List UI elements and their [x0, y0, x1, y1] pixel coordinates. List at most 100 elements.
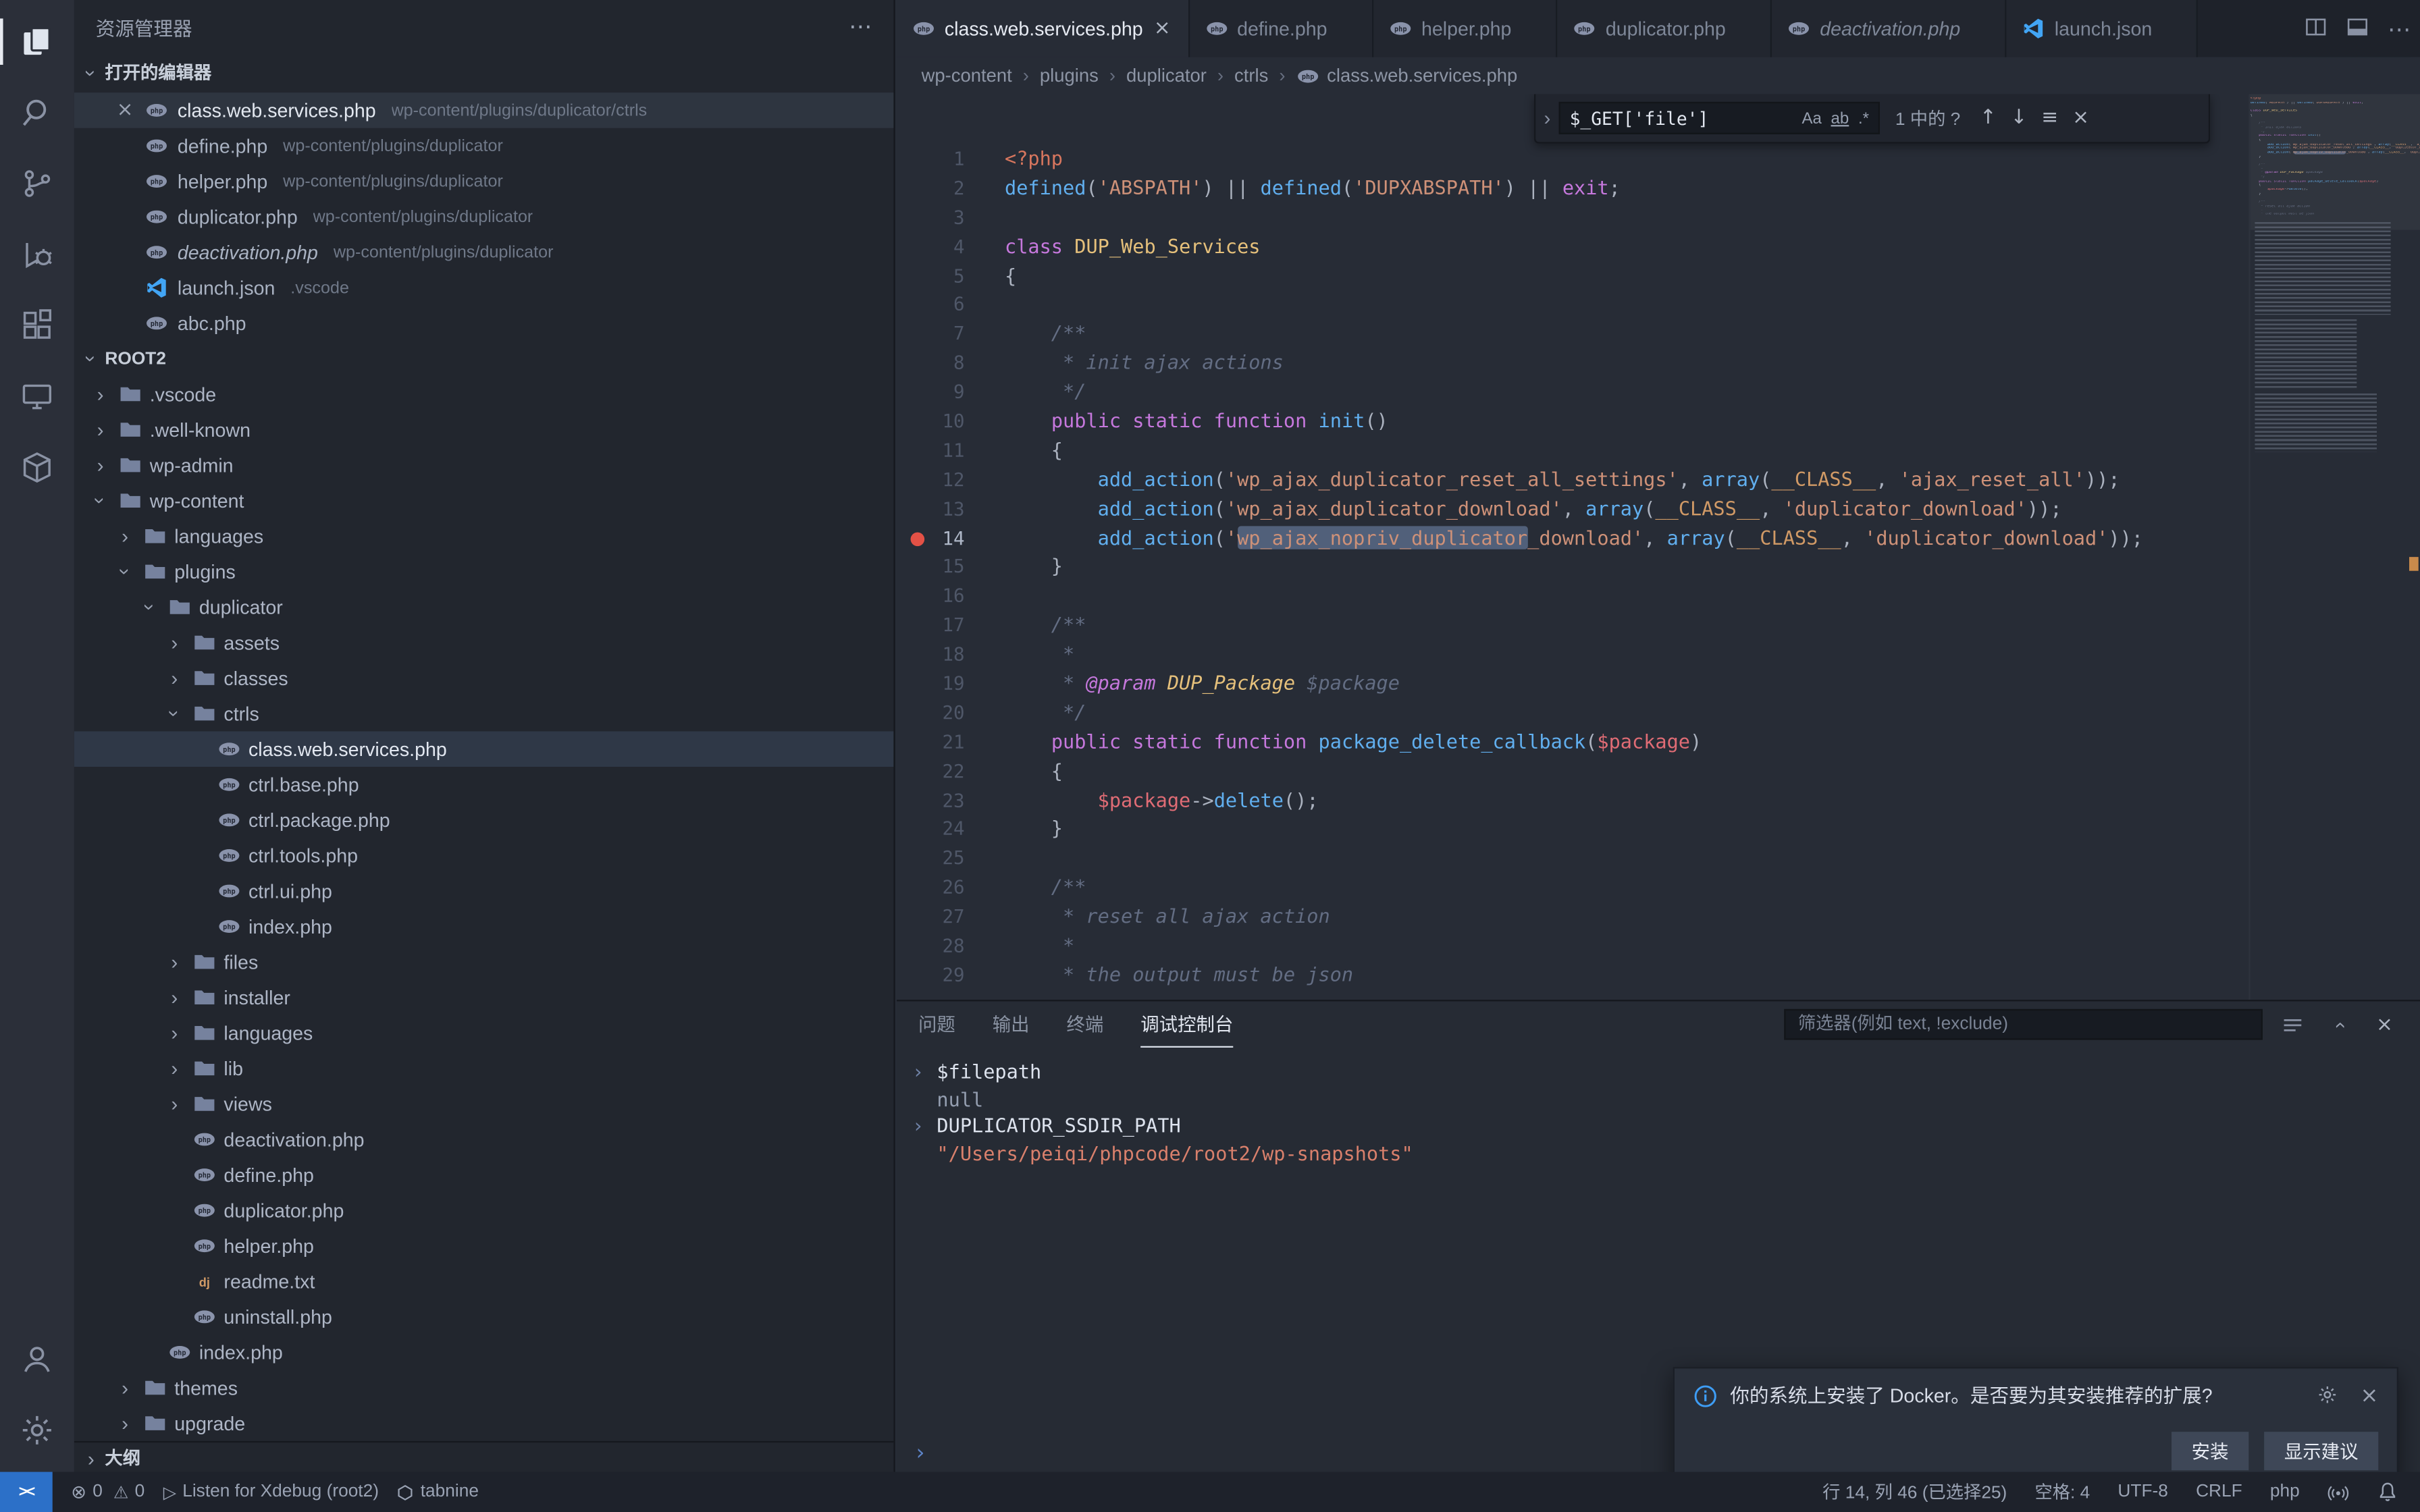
open-editor-item[interactable]: phpdeactivation.phpwp-content/plugins/du… — [74, 234, 894, 270]
code-line[interactable]: 2defined('ABSPATH') || defined('DUPXABSP… — [897, 174, 2235, 203]
close-icon[interactable] — [1152, 17, 1172, 40]
match-case-icon[interactable]: Aa — [1801, 109, 1821, 127]
line-number[interactable]: 14 — [897, 524, 1005, 553]
line-number[interactable]: 2 — [897, 174, 1005, 203]
indentation[interactable]: 空格: 4 — [2034, 1480, 2090, 1505]
tree-folder[interactable]: languages — [74, 1015, 894, 1051]
find-in-selection-icon[interactable] — [2034, 107, 2066, 130]
regex-icon[interactable]: .* — [1858, 109, 1869, 127]
code-line[interactable]: 23 $package->delete(); — [897, 786, 2235, 815]
line-number[interactable]: 3 — [897, 203, 1005, 232]
breakpoint-dot[interactable] — [911, 532, 925, 546]
line-number[interactable]: 21 — [897, 728, 1005, 757]
cursor-position[interactable]: 行 14, 列 46 (已选择25) — [1822, 1480, 2007, 1505]
notification-settings-icon[interactable] — [2317, 1384, 2338, 1410]
customize-layout-icon[interactable] — [2346, 15, 2369, 43]
line-number[interactable]: 19 — [897, 670, 1005, 699]
line-number[interactable]: 8 — [897, 349, 1005, 378]
line-number[interactable]: 18 — [897, 641, 1005, 670]
tree-folder[interactable]: wp-admin — [74, 448, 894, 483]
tree-folder[interactable]: plugins — [74, 554, 894, 590]
code-line[interactable]: 11 { — [897, 437, 2235, 466]
code-line[interactable]: 21 public static function package_delete… — [897, 728, 2235, 757]
tree-folder[interactable]: languages — [74, 518, 894, 554]
line-number[interactable]: 27 — [897, 903, 1005, 932]
code-line[interactable]: 10 public static function init() — [897, 407, 2235, 436]
code-line[interactable]: 3 — [897, 203, 2235, 232]
tree-folder[interactable]: .well-known — [74, 412, 894, 448]
accounts-icon[interactable] — [0, 1324, 74, 1395]
tree-folder[interactable]: files — [74, 944, 894, 980]
tab-duplicator.php[interactable]: phpduplicator.php — [1558, 0, 1772, 57]
code-line[interactable]: 1<?php — [897, 145, 2235, 174]
code-line[interactable]: 9 */ — [897, 378, 2235, 407]
code-line[interactable]: 27 * reset all ajax action — [897, 903, 2235, 932]
code-line[interactable]: 17 /** — [897, 612, 2235, 641]
tree-folder[interactable]: wp-content — [74, 483, 894, 518]
panel-tab-输出[interactable]: 输出 — [993, 1001, 1030, 1048]
line-number[interactable]: 16 — [897, 583, 1005, 612]
tree-file[interactable]: phpdefine.php — [74, 1157, 894, 1193]
code-area[interactable]: 1<?php2defined('ABSPATH') || defined('DU… — [897, 94, 2420, 1000]
tree-file[interactable]: phpclass.web.services.php — [74, 731, 894, 767]
whole-word-icon[interactable]: ab — [1831, 109, 1849, 127]
open-editor-item[interactable]: phpclass.web.services.phpwp-content/plug… — [74, 92, 894, 128]
more-actions-icon[interactable] — [849, 12, 872, 40]
line-number[interactable]: 20 — [897, 699, 1005, 728]
run-debug-icon[interactable] — [0, 219, 74, 290]
eol[interactable]: CRLF — [2196, 1483, 2242, 1501]
close-find-icon[interactable] — [2066, 107, 2097, 130]
extensions-icon[interactable] — [0, 290, 74, 361]
line-number[interactable]: 25 — [897, 844, 1005, 873]
tree-file[interactable]: phpctrl.tools.php — [74, 838, 894, 873]
open-editor-item[interactable]: phpduplicator.phpwp-content/plugins/dupl… — [74, 199, 894, 235]
code-line[interactable]: 18 * — [897, 641, 2235, 670]
close-panel-icon[interactable] — [2367, 1013, 2401, 1036]
line-number[interactable]: 13 — [897, 495, 1005, 524]
tree-folder[interactable]: views — [74, 1086, 894, 1122]
outline-header[interactable]: 大纲 — [74, 1441, 894, 1472]
code-line[interactable]: 22 { — [897, 757, 2235, 786]
tabnine[interactable]: tabnine — [397, 1483, 479, 1501]
tree-folder[interactable]: duplicator — [74, 589, 894, 625]
tree-file[interactable]: phpctrl.base.php — [74, 767, 894, 803]
breadcrumb-item[interactable]: plugins — [1040, 65, 1099, 86]
previous-match-icon[interactable] — [1973, 107, 2004, 130]
panel-tab-调试控制台[interactable]: 调试控制台 — [1140, 1001, 1233, 1048]
tree-folder[interactable]: assets — [74, 625, 894, 661]
code-line[interactable]: 15 } — [897, 553, 2235, 582]
code-line[interactable]: 13 add_action('wp_ajax_duplicator_downlo… — [897, 495, 2235, 524]
code-line[interactable]: 8 * init ajax actions — [897, 349, 2235, 378]
tree-folder[interactable]: classes — [74, 660, 894, 696]
tree-folder[interactable]: installer — [74, 979, 894, 1015]
open-editors-header[interactable]: 打开的编辑器 — [74, 53, 894, 92]
root-folder-header[interactable]: ROOT2 — [74, 341, 894, 377]
tree-file[interactable]: phpindex.php — [74, 1334, 894, 1370]
minimap[interactable]: <?phpdefined('ABSPATH') || defined('DUPX… — [2248, 94, 2420, 1000]
breadcrumb-item[interactable]: duplicator — [1126, 65, 1207, 86]
warning-count[interactable]: 0 — [113, 1481, 144, 1503]
explorer-icon[interactable] — [0, 6, 74, 77]
close-icon[interactable] — [114, 99, 136, 122]
open-editor-item[interactable]: phphelper.phpwp-content/plugins/duplicat… — [74, 163, 894, 199]
error-count[interactable]: 0 — [71, 1481, 103, 1503]
tab-launch.json[interactable]: launch.json — [2007, 0, 2199, 57]
encoding[interactable]: UTF-8 — [2118, 1483, 2168, 1501]
tab-deactivation.php[interactable]: phpdeactivation.php — [1772, 0, 2007, 57]
code-line[interactable]: 16 — [897, 583, 2235, 612]
open-editor-item[interactable]: launch.json.vscode — [74, 270, 894, 306]
tree-file[interactable]: phphelper.php — [74, 1228, 894, 1264]
notifications[interactable] — [2377, 1481, 2398, 1503]
breadcrumb-item[interactable]: ctrls — [1234, 65, 1268, 86]
find-input[interactable] — [1570, 107, 1793, 129]
code-line[interactable]: 28 * — [897, 932, 2235, 961]
more-actions-icon[interactable] — [2388, 15, 2411, 43]
maximize-panel-icon[interactable] — [2321, 1013, 2355, 1036]
line-number[interactable]: 12 — [897, 466, 1005, 495]
line-number[interactable]: 7 — [897, 320, 1005, 349]
remote-indicator[interactable] — [0, 1472, 53, 1512]
minimap-slider[interactable] — [2251, 94, 2420, 230]
tab-helper.php[interactable]: phphelper.php — [1373, 0, 1558, 57]
code-line[interactable]: 12 add_action('wp_ajax_duplicator_reset_… — [897, 466, 2235, 495]
remote-explorer-icon[interactable] — [0, 361, 74, 432]
